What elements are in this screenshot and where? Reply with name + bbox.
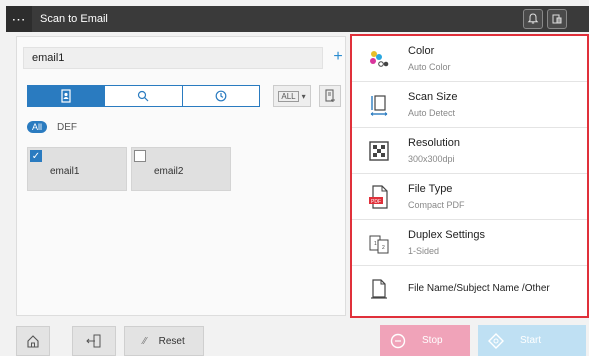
tab-address-book[interactable] [28, 86, 106, 106]
setting-file-name[interactable]: File Name/Subject Name /Other [352, 266, 587, 312]
notification-button[interactable] [523, 9, 543, 29]
scan-size-icon [366, 92, 392, 118]
eraser-icon: ⁄⁄ [143, 335, 147, 347]
clock-icon [215, 90, 227, 102]
add-destination-button[interactable]: + [331, 47, 345, 69]
start-button[interactable]: Start [478, 325, 586, 356]
scan-settings-panel: Color Auto Color Scan Size Auto Detect R… [350, 34, 589, 318]
setting-title: Scan Size [408, 91, 458, 103]
page-title: Scan to Email [40, 13, 108, 25]
plus-icon: + [333, 48, 343, 65]
destination-card-email2[interactable]: email2 [131, 147, 231, 191]
device-status-icon [552, 14, 562, 24]
destination-tabs [27, 85, 260, 107]
setting-title: Color [408, 45, 435, 57]
setting-title: File Name/Subject Name /Other [408, 283, 550, 294]
setting-resolution[interactable]: Resolution 300x300dpi [352, 128, 587, 174]
reset-label: Reset [158, 335, 185, 347]
setting-file-type[interactable]: PDF File Type Compact PDF [352, 174, 587, 220]
reset-button[interactable]: ⁄⁄ Reset [124, 326, 204, 356]
start-icon [488, 332, 504, 349]
destination-card-email1[interactable]: ✓ email1 [27, 147, 127, 191]
logout-icon [86, 334, 101, 348]
access-button[interactable] [72, 326, 116, 356]
destination-label: email2 [154, 166, 184, 177]
home-button[interactable] [16, 326, 50, 356]
index-all[interactable]: All [27, 121, 48, 133]
checkbox-checked[interactable]: ✓ [30, 150, 42, 162]
menu-button[interactable]: ⋯ [6, 6, 32, 32]
setting-value: Auto Detect [408, 108, 456, 118]
setting-value: Compact PDF [408, 200, 465, 210]
bell-icon [527, 13, 539, 24]
setting-scan-size[interactable]: Scan Size Auto Detect [352, 82, 587, 128]
document-icon [366, 276, 392, 302]
destination-label: email1 [50, 166, 80, 177]
chevron-down-icon: ▾ [301, 91, 306, 101]
stop-button[interactable]: Stop [380, 325, 470, 356]
setting-value: 1-Sided [408, 246, 440, 256]
checkbox-unchecked[interactable] [134, 150, 146, 162]
setting-title: Duplex Settings [408, 229, 486, 241]
index-tabs: All DEF [27, 121, 77, 133]
tab-search[interactable] [105, 86, 183, 106]
start-label: Start [520, 335, 542, 346]
setting-color[interactable]: Color Auto Color [352, 36, 587, 82]
setting-title: File Type [408, 183, 453, 195]
stop-label: Stop [422, 335, 443, 346]
svg-text:1: 1 [374, 241, 377, 247]
pdf-file-icon: PDF [366, 184, 392, 210]
filter-dropdown[interactable]: ALL ▾ [273, 85, 311, 107]
registration-button[interactable] [319, 85, 341, 107]
address-book-add-icon [325, 89, 335, 102]
destination-input[interactable]: email1 [23, 47, 323, 69]
color-icon [366, 46, 392, 72]
svg-text:PDF: PDF [371, 199, 381, 205]
setting-value: 300x300dpi [408, 154, 455, 164]
setting-title: Resolution [408, 137, 460, 149]
index-def[interactable]: DEF [57, 122, 77, 133]
search-icon [138, 90, 149, 102]
duplex-icon: 12 [366, 230, 392, 256]
setting-duplex[interactable]: 12 Duplex Settings 1-Sided [352, 220, 587, 266]
svg-text:2: 2 [382, 245, 385, 251]
home-icon [27, 335, 39, 348]
address-book-icon [61, 89, 71, 103]
resolution-icon [366, 138, 392, 164]
job-status-button[interactable] [547, 9, 567, 29]
top-bar: ⋯ Scan to Email [6, 6, 589, 32]
destination-panel: email1 + ALL ▾ All DEF ✓ email1 email2 [16, 36, 346, 316]
setting-value: Auto Color [408, 62, 451, 72]
stop-icon [390, 333, 406, 348]
tab-history[interactable] [182, 86, 259, 106]
more-icon: ⋯ [11, 10, 27, 27]
filter-label: ALL [278, 90, 299, 102]
